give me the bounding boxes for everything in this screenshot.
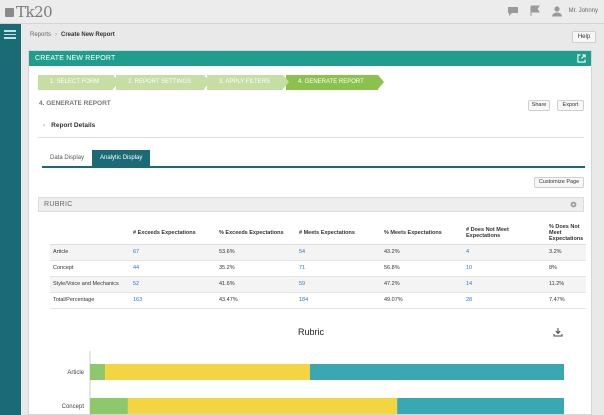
count-link[interactable]: 71 — [296, 260, 381, 277]
percent-cell: 11.2% — [546, 276, 587, 293]
bar-segment-meets[interactable] — [127, 398, 398, 414]
logo[interactable]: Tk20 — [5, 3, 53, 21]
percent-cell: 43.47% — [216, 292, 296, 309]
count-link[interactable]: 28 — [463, 292, 546, 309]
count-link[interactable]: 10 — [463, 260, 546, 277]
step-apply-filters[interactable]: 3. APPLY FILTERS — [207, 75, 289, 90]
column-header: % Does Not Meet Expectations — [546, 222, 587, 245]
export-button[interactable]: Export — [557, 100, 584, 111]
menu-icon[interactable] — [4, 30, 16, 39]
rubric-label: RUBRIC — [44, 201, 73, 208]
chevron-right-icon: › — [43, 122, 46, 129]
count-link[interactable]: 184 — [296, 292, 381, 309]
breadcrumb-reports[interactable]: Reports — [30, 32, 51, 38]
count-link[interactable]: 54 — [296, 244, 381, 261]
tab-analytic-display[interactable]: Analytic Display — [92, 150, 151, 166]
rubric-table: # Exceeds Expectations % Exceeds Expecta… — [50, 222, 587, 309]
top-bar: Tk20 Mr. Johnny — [0, 0, 604, 24]
wizard-steps: 1. SELECT FORM 2. REPORT SETTINGS 3. APP… — [38, 75, 384, 90]
column-header: % Exceeds Expectations — [216, 222, 296, 245]
count-link[interactable]: 14 — [463, 276, 546, 293]
count-link[interactable]: 44 — [130, 260, 216, 277]
logo-cube-icon — [5, 7, 14, 17]
table-row: Total/Percentage 163 43.47% 184 49.07% 2… — [50, 292, 587, 309]
breadcrumb-current: Create New Report — [61, 32, 115, 38]
step-report-settings[interactable]: 2. REPORT SETTINGS — [116, 75, 210, 90]
bar-segment-does-not-meet[interactable] — [90, 398, 128, 414]
share-button[interactable]: Share — [528, 100, 550, 111]
user-icon[interactable] — [551, 5, 563, 17]
report-details-label: Report Details — [51, 122, 96, 129]
step-select-form[interactable]: 1. SELECT FORM — [38, 75, 119, 90]
table-row: Concept 44 35.2% 71 56.8% 10 8% — [50, 260, 587, 277]
gear-icon[interactable] — [569, 200, 578, 209]
percent-cell: 35.2% — [216, 260, 296, 277]
rubric-header: RUBRIC — [38, 197, 584, 212]
tab-data-display[interactable]: Data Display — [42, 150, 92, 166]
count-link[interactable]: 163 — [130, 292, 216, 309]
bar-segment-does-not-meet[interactable] — [90, 364, 106, 380]
percent-cell: 53.6% — [216, 244, 296, 261]
row-label: Concept — [50, 260, 130, 277]
table-row: Article 67 53.6% 54 43.2% 4 3.2% — [50, 244, 587, 261]
step-generate-report[interactable]: 4. GENERATE REPORT — [286, 75, 384, 90]
help-button[interactable]: Help — [572, 31, 596, 43]
count-link[interactable]: 4 — [463, 244, 546, 261]
category-label: Concept — [62, 404, 85, 410]
column-header: # Meets Expectations — [296, 222, 381, 245]
user-name[interactable]: Mr. Johnny — [569, 8, 598, 14]
row-label: Total/Percentage — [50, 292, 130, 309]
percent-cell: 7.47% — [546, 292, 587, 309]
column-header: # Exceeds Expectations — [130, 222, 216, 245]
display-tabs: Data Display Analytic Display — [42, 150, 151, 166]
column-header — [50, 222, 130, 245]
percent-cell: 43.2% — [381, 244, 463, 261]
tab-underline — [42, 166, 585, 168]
section-title: 4. GENERATE REPORT — [39, 100, 111, 107]
chart-title: Rubric — [297, 327, 324, 337]
left-rail — [0, 24, 21, 415]
percent-cell: 49.07% — [381, 292, 463, 309]
row-label: Article — [50, 244, 130, 261]
panel-header: CREATE NEW REPORT — [29, 51, 591, 66]
breadcrumb: Reports › Create New Report — [30, 32, 115, 38]
create-report-panel: CREATE NEW REPORT 1. SELECT FORM 2. REPO… — [28, 50, 592, 415]
download-icon[interactable] — [553, 327, 563, 337]
breadcrumb-separator: › — [55, 32, 58, 38]
table-header-row: # Exceeds Expectations % Exceeds Expecta… — [50, 222, 587, 245]
count-link[interactable]: 59 — [296, 276, 381, 293]
logo-text: Tk20 — [16, 3, 53, 21]
chat-icon[interactable] — [507, 5, 519, 17]
report-details-toggle[interactable]: › Report Details — [43, 122, 95, 129]
panel-title: CREATE NEW REPORT — [35, 55, 116, 62]
count-link[interactable]: 52 — [130, 276, 216, 293]
percent-cell: 56.8% — [381, 260, 463, 277]
flag-icon[interactable] — [529, 5, 541, 17]
percent-cell: 47.2% — [381, 276, 463, 293]
bar-segment-meets[interactable] — [105, 364, 310, 380]
category-label: Article — [67, 370, 84, 376]
bar-segment-exceeds[interactable] — [397, 398, 564, 414]
count-link[interactable]: 67 — [130, 244, 216, 261]
column-header: # Does Not Meet Expectations — [463, 222, 546, 245]
row-label: Style/Voice and Mechanics — [50, 276, 130, 293]
rubric-chart: Article Concept — [62, 351, 564, 415]
divider — [38, 137, 584, 138]
column-header: % Meets Expectations — [381, 222, 463, 245]
table-row: Style/Voice and Mechanics 52 41.6% 59 47… — [50, 276, 587, 293]
percent-cell: 8% — [546, 260, 587, 277]
percent-cell: 41.6% — [216, 276, 296, 293]
percent-cell: 3.2% — [546, 244, 587, 261]
customize-page-button[interactable]: Customize Page — [534, 177, 584, 188]
bar-segment-exceeds[interactable] — [309, 364, 564, 380]
external-link-icon[interactable] — [577, 54, 586, 63]
